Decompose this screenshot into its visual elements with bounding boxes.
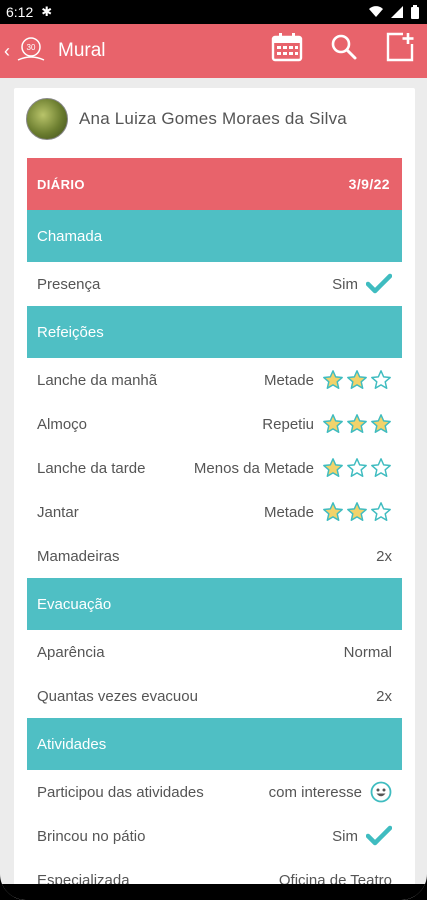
section-header: Chamada — [27, 210, 402, 262]
star-icon — [371, 414, 391, 433]
row-label: Lanche da tarde — [37, 459, 146, 477]
star-icon — [371, 370, 391, 389]
profile-name: Ana Luiza Gomes Moraes da Silva — [79, 109, 347, 128]
diary-label: DIÁRIO — [37, 176, 85, 192]
accessibility-icon: ✱ — [41, 4, 53, 19]
star-icon — [347, 414, 367, 433]
svg-text:30: 30 — [27, 43, 36, 52]
diary-row: Lanche da tarde Menos da Metade — [27, 446, 402, 490]
profile-header[interactable]: Ana Luiza Gomes Moraes da Silva — [26, 98, 347, 140]
row-label: Aparência — [37, 643, 105, 661]
home-indicator-bar — [0, 884, 427, 900]
diary-row: Lanche da manhã Metade — [27, 358, 402, 402]
row-value: Metade — [263, 503, 314, 521]
row-value: 2x — [376, 547, 392, 565]
check-icon — [366, 825, 392, 846]
section-header: Atividades — [27, 718, 402, 770]
diary-row: Mamadeiras 2x — [27, 534, 402, 578]
section-header: Refeições — [27, 306, 402, 358]
star-icon — [323, 414, 343, 433]
star-icon — [347, 370, 367, 389]
row-label: Jantar — [37, 503, 79, 521]
diary-sections: Chamada Presença Sim Refeições Lanche da man… — [27, 210, 402, 900]
row-value: Sim — [332, 275, 358, 293]
row-value-group: Normal — [344, 644, 392, 661]
diary-date: 3/9/22 — [348, 176, 390, 192]
star-icon — [371, 502, 391, 521]
diary-row: Aparência Normal — [27, 630, 402, 674]
diary-row: Quantas vezes evacuou 2x — [27, 674, 402, 718]
diary-row: Almoço Repetiu — [27, 402, 402, 446]
status-bar: 6:12 ✱ — [0, 0, 427, 24]
row-value: Sim — [332, 827, 358, 845]
row-value-group: Metade — [264, 501, 392, 523]
row-value-group: Metade — [264, 369, 392, 391]
calendar-icon[interactable] — [271, 32, 303, 62]
app-bar: ‹ 30 Mural — [0, 24, 427, 78]
page-title: Mural — [58, 40, 106, 61]
wifi-icon — [369, 6, 383, 18]
star-icon — [323, 502, 343, 521]
school-logo[interactable]: 30 — [12, 35, 50, 67]
row-label: Mamadeiras — [37, 547, 120, 565]
row-value-group: Menos da Metade — [194, 457, 392, 479]
diary-header: DIÁRIO 3/9/22 — [27, 158, 402, 210]
rating-stars — [322, 501, 392, 523]
battery-icon — [411, 5, 419, 19]
star-icon — [347, 458, 367, 477]
check-icon — [366, 273, 392, 294]
row-label: Brincou no pátio — [37, 827, 146, 845]
star-icon — [347, 502, 367, 521]
rating-stars — [322, 369, 392, 391]
star-icon — [371, 458, 391, 477]
row-label: Quantas vezes evacuou — [37, 687, 198, 705]
rating-stars — [322, 457, 392, 479]
row-value: Menos da Metade — [193, 459, 314, 477]
section-header: Evacuação — [27, 578, 402, 630]
row-value-group: 2x — [376, 688, 392, 705]
avatar — [26, 98, 68, 140]
row-value-group: 2x — [376, 548, 392, 565]
row-value-group: Repetiu — [262, 413, 392, 435]
row-value: 2x — [376, 687, 392, 705]
row-value: Normal — [343, 643, 392, 661]
diary-row: Presença Sim — [27, 262, 402, 306]
row-value: Repetiu — [262, 415, 314, 433]
row-label: Almoço — [37, 415, 88, 433]
search-icon[interactable] — [331, 34, 357, 60]
row-label: Lanche da manhã — [37, 371, 158, 389]
diary-card: Ana Luiza Gomes Moraes da Silva DIÁRIO 3… — [14, 88, 415, 900]
phone-screen: 6:12 ✱ ‹ 30 Mural Ana Luiza Gomes Moraes… — [0, 0, 427, 900]
new-post-icon[interactable] — [385, 32, 415, 62]
row-value-group: Sim — [332, 825, 392, 847]
row-value: com interesse — [268, 783, 362, 801]
smiley-icon — [370, 781, 392, 803]
star-icon — [323, 458, 343, 477]
row-label: Participou das atividades — [37, 783, 204, 801]
row-label: Presença — [37, 275, 101, 293]
row-value-group: Sim — [332, 273, 392, 295]
diary-row: Participou das atividades com interesse — [27, 770, 402, 814]
diary-row: Jantar Metade — [27, 490, 402, 534]
star-icon — [323, 370, 343, 389]
diary-row: Brincou no pátio Sim — [27, 814, 402, 858]
signal-icon — [391, 6, 403, 18]
rating-stars — [322, 413, 392, 435]
row-value-group: com interesse — [269, 781, 392, 803]
back-arrow-icon[interactable]: ‹ — [4, 41, 10, 62]
row-value: Metade — [263, 371, 314, 389]
status-time: 6:12 — [6, 4, 34, 20]
